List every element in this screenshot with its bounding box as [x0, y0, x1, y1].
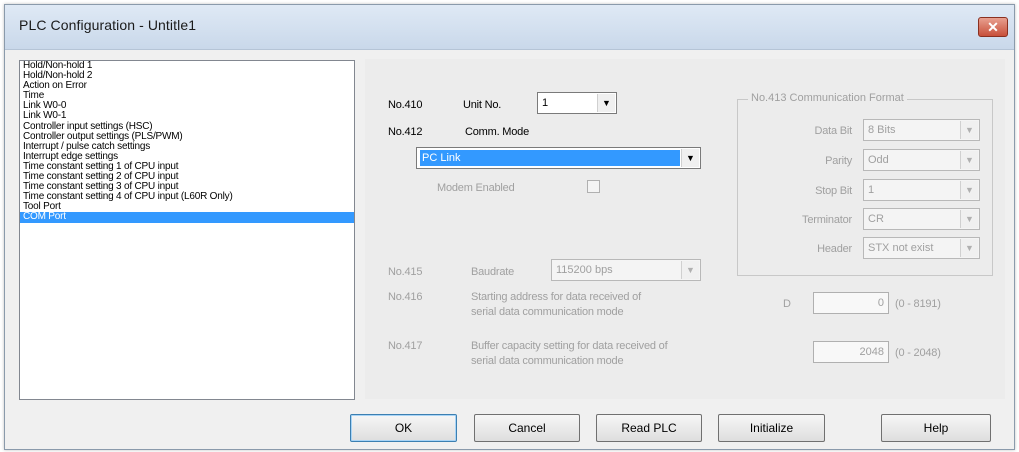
list-item[interactable]: Tool Port — [20, 202, 354, 212]
baudrate-dropdown[interactable]: 115200 bps ▼ — [551, 259, 701, 281]
chevron-down-icon: ▼ — [681, 261, 699, 279]
no416-label: No.416 — [388, 291, 423, 303]
initialize-button[interactable]: Initialize — [718, 414, 825, 442]
header-label: Header — [817, 243, 852, 255]
comm-mode-value: PC Link — [420, 150, 680, 166]
chevron-down-icon: ▼ — [960, 210, 978, 228]
cancel-button[interactable]: Cancel — [474, 414, 580, 442]
no417-label: No.417 — [388, 340, 423, 352]
chevron-down-icon: ▼ — [681, 149, 699, 167]
no415-label: No.415 — [388, 266, 423, 278]
ok-button[interactable]: OK — [350, 414, 457, 442]
no416-prefix: D — [783, 298, 791, 310]
window-title: PLC Configuration - Untitle1 — [19, 17, 197, 33]
no417-desc-line2: serial data communication mode — [471, 355, 624, 367]
unit-no-label: Unit No. — [463, 99, 502, 111]
settings-category-list[interactable]: Hold/Non-hold 1 Hold/Non-hold 2 Action on … — [19, 60, 355, 400]
parity-label: Parity — [825, 155, 852, 167]
parity-dropdown[interactable]: Odd ▼ — [863, 149, 980, 171]
stop-bit-value: 1 — [868, 184, 875, 196]
list-item[interactable]: COM Port — [20, 212, 354, 223]
list-item[interactable]: Time — [20, 91, 354, 101]
comm-mode-label: Comm. Mode — [465, 126, 530, 138]
data-bit-dropdown[interactable]: 8 Bits ▼ — [863, 119, 980, 141]
chevron-down-icon: ▼ — [960, 181, 978, 199]
close-button[interactable]: ✕ — [978, 17, 1008, 37]
title-bar: PLC Configuration - Untitle1 ✕ — [5, 5, 1014, 50]
baudrate-label: Baudrate — [471, 266, 515, 278]
no416-range: (0 - 8191) — [895, 298, 941, 310]
no410-label: No.410 — [388, 99, 423, 111]
list-item[interactable]: Action on Error — [20, 81, 354, 91]
modem-enabled-label: Modem Enabled — [437, 182, 515, 194]
stop-bit-label: Stop Bit — [815, 185, 852, 197]
chevron-down-icon: ▼ — [960, 151, 978, 169]
chevron-down-icon: ▼ — [960, 239, 978, 257]
plc-configuration-window: PLC Configuration - Untitle1 ✕ Hold/Non-… — [4, 4, 1015, 450]
communication-format-group: No.413 Communication Format Data Bit 8 B… — [737, 92, 993, 276]
no417-desc-line1: Buffer capacity setting for data receive… — [471, 340, 668, 352]
list-item[interactable]: Time constant setting 4 of CPU input (L6… — [20, 192, 354, 202]
no416-desc-line1: Starting address for data received of — [471, 291, 641, 303]
baudrate-value: 115200 bps — [556, 264, 613, 276]
header-dropdown[interactable]: STX not exist ▼ — [863, 237, 980, 259]
list-item[interactable]: Link W0-0 — [20, 101, 354, 111]
comm-mode-dropdown[interactable]: PC Link ▼ — [416, 147, 701, 169]
buffer-capacity-input[interactable]: 2048 — [813, 341, 889, 363]
chevron-down-icon: ▼ — [960, 121, 978, 139]
no412-label: No.412 — [388, 126, 423, 138]
header-value: STX not exist — [868, 242, 934, 254]
data-bit-value: 8 Bits — [868, 124, 896, 136]
unit-no-dropdown[interactable]: 1 ▼ — [537, 92, 617, 114]
com-port-settings-panel: No.410 Unit No. 1 ▼ No.412 Comm. Mode PC… — [365, 59, 1005, 399]
data-bit-label: Data Bit — [814, 125, 852, 137]
no417-range: (0 - 2048) — [895, 347, 941, 359]
close-icon: ✕ — [987, 19, 999, 35]
stop-bit-dropdown[interactable]: 1 ▼ — [863, 179, 980, 201]
unit-no-value: 1 — [542, 97, 549, 109]
chevron-down-icon: ▼ — [597, 94, 615, 112]
terminator-value: CR — [868, 213, 884, 225]
communication-format-title: No.413 Communication Format — [748, 92, 907, 104]
terminator-dropdown[interactable]: CR ▼ — [863, 208, 980, 230]
parity-value: Odd — [868, 154, 889, 166]
help-button[interactable]: Help — [881, 414, 991, 442]
read-plc-button[interactable]: Read PLC — [596, 414, 702, 442]
no416-desc-line2: serial data communication mode — [471, 306, 624, 318]
terminator-label: Terminator — [802, 214, 852, 226]
start-address-input[interactable]: 0 — [813, 292, 889, 314]
modem-enabled-checkbox[interactable] — [587, 180, 600, 193]
